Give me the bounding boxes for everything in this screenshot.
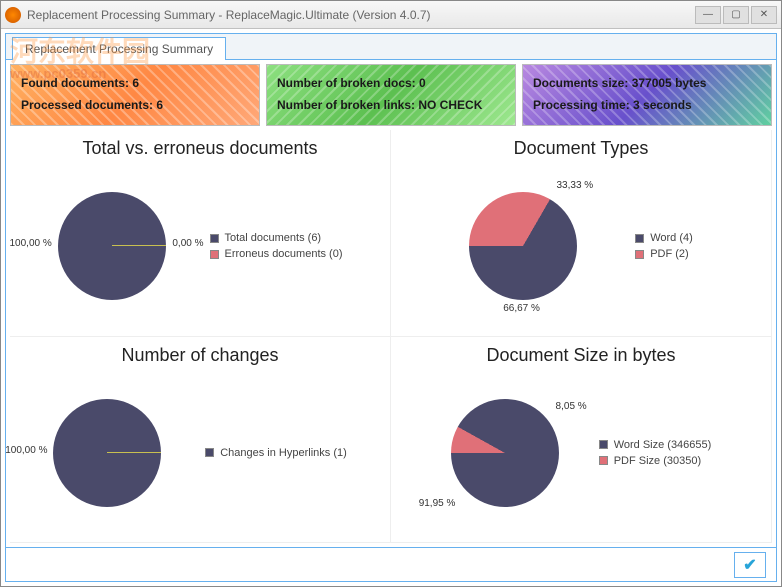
summary-broken: Number of broken docs: 0 Number of broke… xyxy=(266,64,516,126)
chart-document-size: Document Size in bytes 8,05 % 91,95 % Wo… xyxy=(391,337,772,544)
chart-title: Total vs. erroneus documents xyxy=(14,138,386,159)
pct-label: 0,00 % xyxy=(172,238,203,249)
minimize-button[interactable]: — xyxy=(695,6,721,24)
legend: Changes in Hyperlinks (1) xyxy=(205,443,347,463)
legend-swatch-icon xyxy=(599,440,608,449)
legend: Total documents (6) Erroneus documents (… xyxy=(210,228,343,264)
pct-label: 100,00 % xyxy=(10,238,52,249)
legend-label: PDF (2) xyxy=(650,248,689,260)
tab-summary[interactable]: Replacement Processing Summary xyxy=(12,37,226,60)
broken-links: Number of broken links: NO CHECK xyxy=(277,95,505,117)
maximize-button[interactable]: ▢ xyxy=(723,6,749,24)
legend-swatch-icon xyxy=(210,234,219,243)
pie-icon xyxy=(451,399,559,507)
pie-icon xyxy=(58,192,166,300)
legend-swatch-icon xyxy=(635,234,644,243)
window-controls: — ▢ ✕ xyxy=(695,6,777,24)
chart-title: Document Types xyxy=(395,138,767,159)
pct-label: 8,05 % xyxy=(556,401,587,412)
tab-strip: Replacement Processing Summary xyxy=(6,34,776,60)
pct-label: 91,95 % xyxy=(419,498,456,509)
legend-label: Word (4) xyxy=(650,232,693,244)
chart-title: Number of changes xyxy=(14,345,386,366)
legend-swatch-icon xyxy=(210,250,219,259)
legend-label: Changes in Hyperlinks (1) xyxy=(220,447,347,459)
legend-label: Total documents (6) xyxy=(225,232,322,244)
pct-label: 100,00 % xyxy=(5,445,47,456)
ok-button[interactable]: ✔ xyxy=(734,552,766,578)
legend: Word Size (346655) PDF Size (30350) xyxy=(599,435,712,471)
chart-document-types: Document Types 33,33 % 66,67 % Word (4) … xyxy=(391,130,772,337)
close-button[interactable]: ✕ xyxy=(751,6,777,24)
checkmark-icon: ✔ xyxy=(743,555,756,575)
summary-size: Documents size: 377005 bytes Processing … xyxy=(522,64,772,126)
app-icon xyxy=(5,7,21,23)
processing-time: Processing time: 3 seconds xyxy=(533,95,761,117)
chart-number-of-changes: Number of changes 100,00 % Changes in Hy… xyxy=(10,337,391,544)
legend-swatch-icon xyxy=(635,250,644,259)
legend-label: Word Size (346655) xyxy=(614,439,712,451)
legend: Word (4) PDF (2) xyxy=(635,228,693,264)
legend-swatch-icon xyxy=(205,448,214,457)
pie-icon xyxy=(53,399,161,507)
summary-row: Found documents: 6 Processed documents: … xyxy=(6,60,776,130)
summary-found: Found documents: 6 Processed documents: … xyxy=(10,64,260,126)
footer: ✔ xyxy=(6,547,776,581)
chart-total-vs-erroneous: Total vs. erroneus documents 100,00 % 0,… xyxy=(10,130,391,337)
legend-swatch-icon xyxy=(599,456,608,465)
chart-title: Document Size in bytes xyxy=(395,345,767,366)
charts-grid: Total vs. erroneus documents 100,00 % 0,… xyxy=(6,130,776,547)
legend-label: Erroneus documents (0) xyxy=(225,248,343,260)
processed-documents: Processed documents: 6 xyxy=(21,95,249,117)
broken-docs: Number of broken docs: 0 xyxy=(277,73,505,95)
found-documents: Found documents: 6 xyxy=(21,73,249,95)
documents-size: Documents size: 377005 bytes xyxy=(533,73,761,95)
pct-label: 66,67 % xyxy=(503,303,540,314)
pie-icon xyxy=(469,192,577,300)
window-title: Replacement Processing Summary - Replace… xyxy=(27,8,695,22)
pct-label: 33,33 % xyxy=(557,180,594,191)
titlebar: Replacement Processing Summary - Replace… xyxy=(1,1,781,29)
legend-label: PDF Size (30350) xyxy=(614,455,701,467)
